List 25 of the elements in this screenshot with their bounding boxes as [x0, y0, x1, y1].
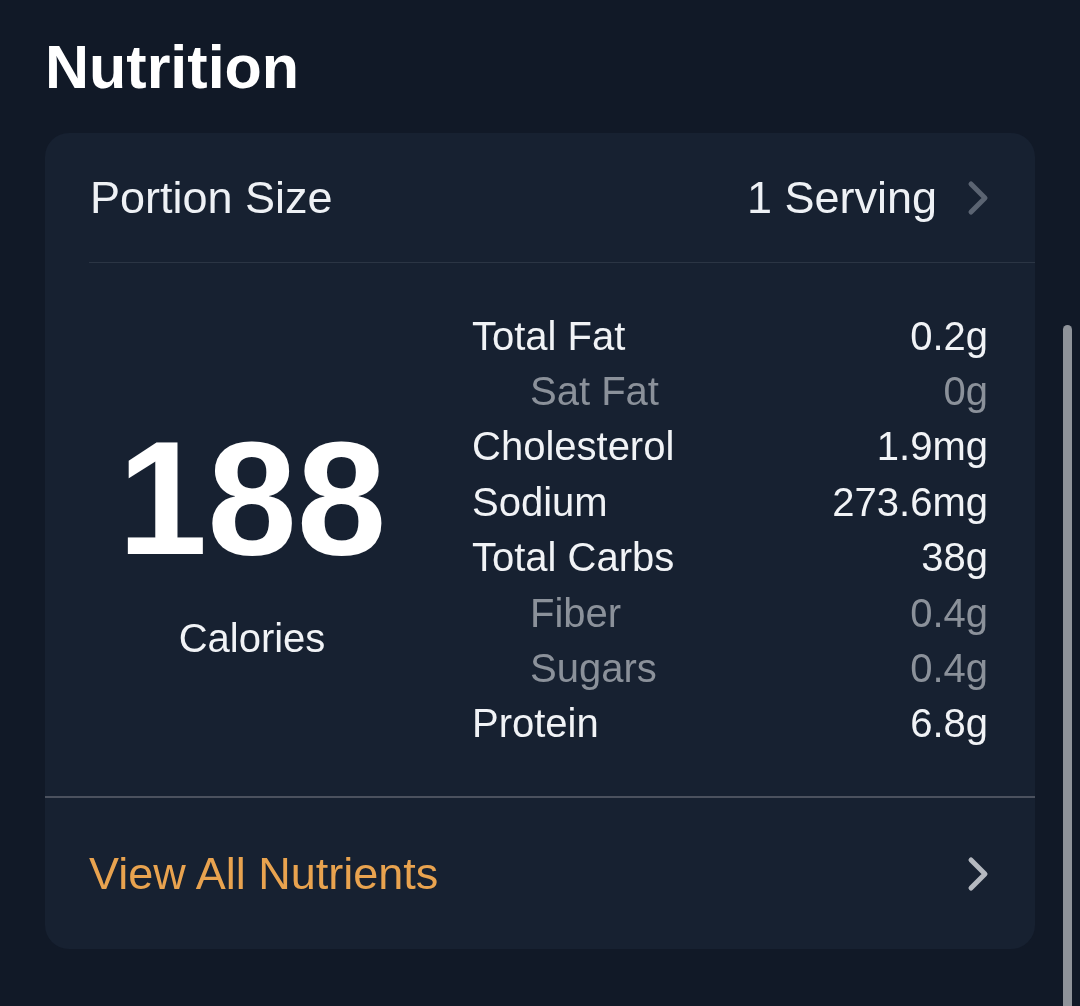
chevron-icon — [967, 179, 989, 216]
chevron-icon — [967, 855, 989, 892]
nutrient-name: Fiber — [530, 589, 622, 637]
nutrient-amount: 0g — [943, 368, 988, 416]
nutrient-name: Cholesterol — [472, 423, 675, 471]
calories-label: Calories — [178, 614, 326, 662]
nutrient-amount: 0.4g — [910, 645, 988, 693]
view-all-nutrients-link[interactable]: View All Nutrients — [89, 847, 439, 900]
nutrient-name: Sodium — [472, 478, 608, 526]
serving-value[interactable]: 1 Serving — [746, 171, 937, 224]
portion-size-label: Portion Size — [90, 171, 333, 224]
nutrient-name: Total Carbs — [472, 534, 675, 582]
nutrient-name: Protein — [472, 700, 599, 748]
calories-value: 188 — [117, 417, 387, 579]
nutrient-amount: 1.9mg — [876, 423, 988, 471]
nutrient-amount: 273.6mg — [832, 478, 988, 526]
scrollbar-thumb[interactable] — [1063, 325, 1072, 1006]
nutrient-amount: 0.4g — [910, 589, 988, 637]
nutrient-amount: 0.2g — [910, 312, 988, 360]
nutrient-amount: 38g — [921, 534, 988, 582]
section-title: Nutrition — [45, 32, 300, 103]
nutrient-name: Sat Fat — [530, 368, 659, 416]
nutrient-name: Sugars — [530, 645, 657, 693]
nutrient-amount: 6.8g — [910, 700, 988, 748]
nutrient-name: Total Fat — [472, 312, 626, 360]
